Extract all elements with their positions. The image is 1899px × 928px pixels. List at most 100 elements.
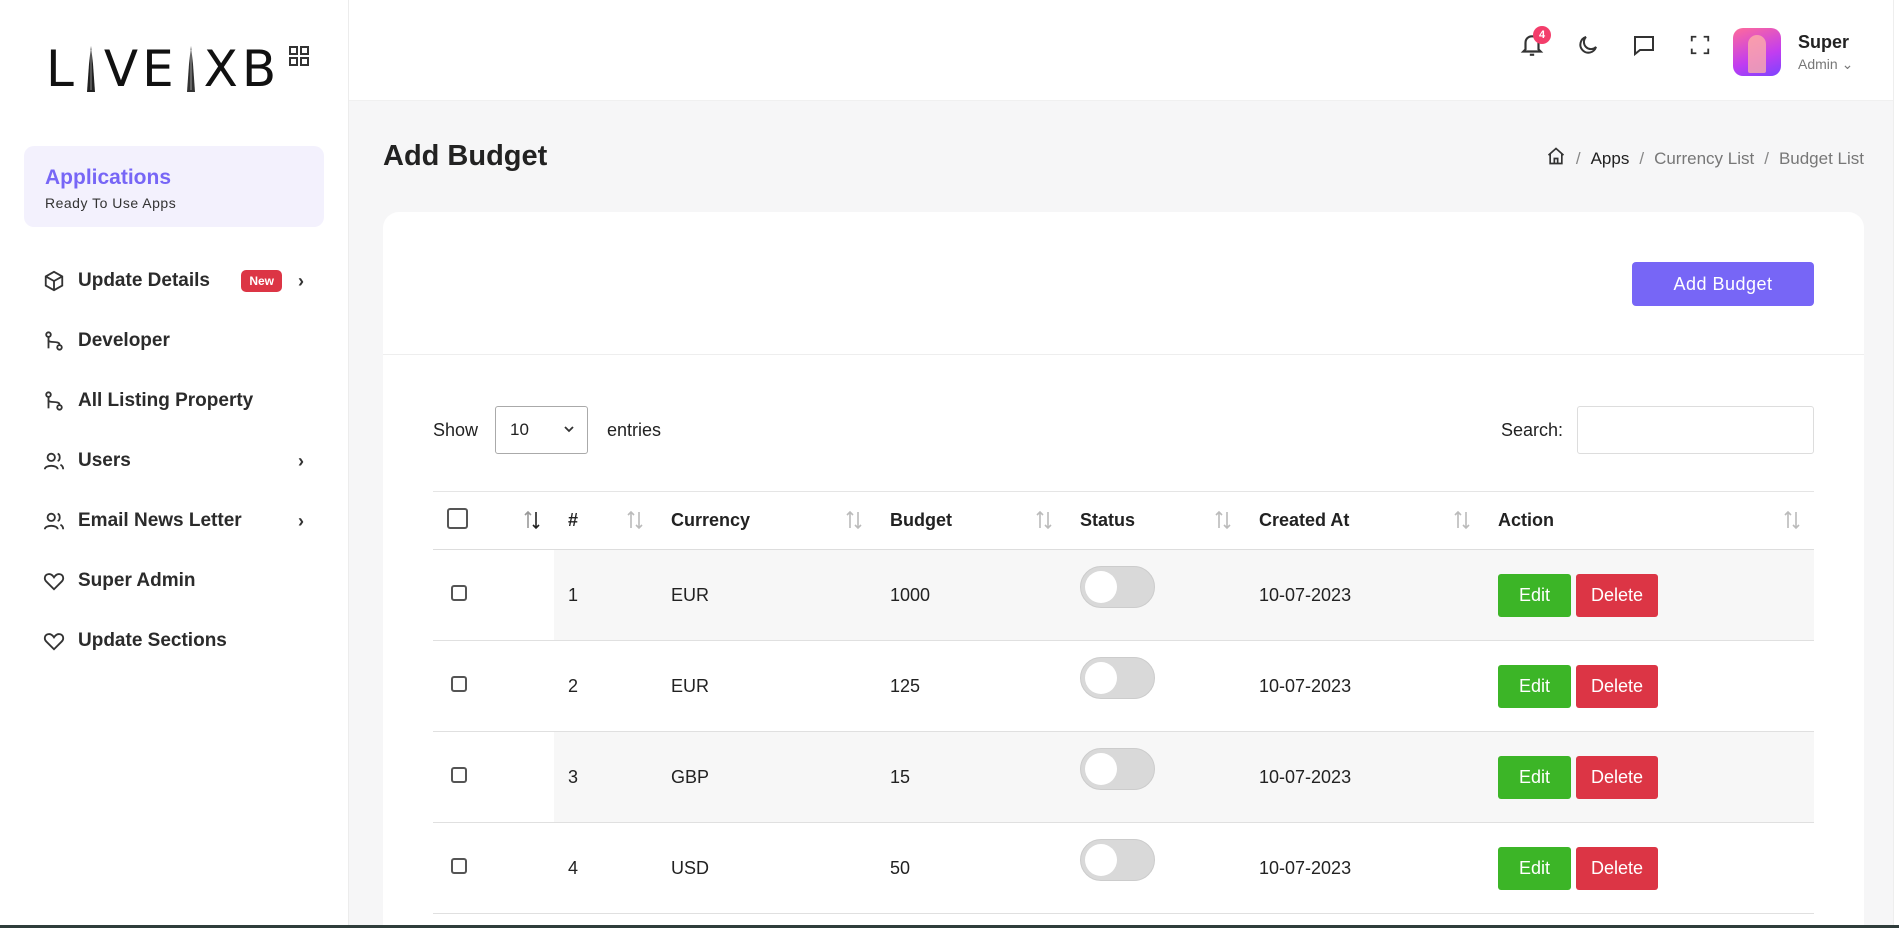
delete-button[interactable]: Delete xyxy=(1576,846,1658,890)
column-label: # xyxy=(568,510,579,530)
cell-number: 2 xyxy=(554,640,657,732)
user-menu[interactable]: Super Admin ⌄ xyxy=(1733,28,1853,76)
git-branch-icon xyxy=(42,329,66,353)
sidebar-item-label: Update Details xyxy=(78,270,210,291)
sidebar-menu: Update Details New › Developer All Listi… xyxy=(0,251,348,671)
column-label: Budget xyxy=(890,510,952,530)
sidebar-item-developer[interactable]: Developer xyxy=(0,311,348,371)
cube-icon xyxy=(42,269,66,293)
entries-select[interactable]: 10 xyxy=(495,406,589,454)
status-toggle[interactable] xyxy=(1080,566,1155,608)
search-label: Search: xyxy=(1500,419,1563,440)
status-toggle[interactable] xyxy=(1080,839,1155,881)
cell-action: Edit Delete xyxy=(1484,731,1814,823)
chat-icon[interactable] xyxy=(1629,30,1659,60)
delete-button[interactable]: Delete xyxy=(1576,664,1658,708)
user-role: Admin ⌄ xyxy=(1798,56,1853,73)
users-icon xyxy=(42,449,66,473)
user-info: Super Admin ⌄ xyxy=(1798,32,1853,73)
applications-subtitle: Ready To Use Apps xyxy=(45,195,177,211)
card-header: Add Budget xyxy=(383,212,1864,355)
breadcrumb-currency-list[interactable]: Currency List xyxy=(1654,149,1754,169)
cell-currency: EUR xyxy=(657,549,876,641)
grid-menu-icon[interactable] xyxy=(287,44,311,73)
user-name: Super xyxy=(1798,31,1850,52)
status-toggle[interactable] xyxy=(1080,748,1155,790)
sort-icon[interactable] xyxy=(1780,508,1804,537)
sidebar-item-email-news-letter[interactable]: Email News Letter › xyxy=(0,491,348,551)
chevron-right-icon: › xyxy=(298,270,304,291)
breadcrumb-separator: / xyxy=(1639,148,1645,168)
edit-button[interactable]: Edit xyxy=(1498,573,1571,617)
select-all-checkbox[interactable] xyxy=(447,507,468,529)
sort-icon[interactable] xyxy=(520,508,544,537)
column-header-number[interactable]: # xyxy=(554,491,657,550)
column-header-action[interactable]: Action xyxy=(1484,491,1814,550)
search-input[interactable] xyxy=(1577,406,1814,454)
cell-status xyxy=(1066,731,1245,823)
sidebar-item-update-details[interactable]: Update Details New › xyxy=(0,251,348,311)
chevron-down-icon: ⌄ xyxy=(1841,55,1854,72)
sidebar-item-all-listing-property[interactable]: All Listing Property xyxy=(0,371,348,431)
applications-card[interactable]: Applications Ready To Use Apps xyxy=(24,146,324,227)
delete-button[interactable]: Delete xyxy=(1576,573,1658,617)
sidebar-item-update-sections[interactable]: Update Sections xyxy=(0,611,348,671)
edit-button[interactable]: Edit xyxy=(1498,664,1571,708)
sort-icon[interactable] xyxy=(1211,508,1235,537)
column-header-created-at[interactable]: Created At xyxy=(1245,491,1484,550)
delete-button[interactable]: Delete xyxy=(1576,755,1658,799)
sort-icon[interactable] xyxy=(1450,508,1474,537)
chevron-right-icon: › xyxy=(298,510,304,531)
cell-created-at: 10-07-2023 xyxy=(1245,549,1484,641)
moon-icon[interactable] xyxy=(1573,30,1603,60)
breadcrumb: / Apps / Currency List / Budget List xyxy=(1546,146,1864,171)
logo-text-right: XB xyxy=(203,40,281,98)
row-checkbox[interactable] xyxy=(451,766,467,783)
sort-icon[interactable] xyxy=(1032,508,1056,537)
sidebar: L VE XB Applications Ready To Use Apps U… xyxy=(0,0,349,928)
cell-created-at: 10-07-2023 xyxy=(1245,640,1484,732)
column-header-currency[interactable]: Currency xyxy=(657,491,876,550)
sort-icon[interactable] xyxy=(842,508,866,537)
row-select-cell xyxy=(433,640,554,732)
column-label: Action xyxy=(1498,510,1554,530)
fullscreen-icon[interactable] xyxy=(1685,30,1715,60)
scrollbar[interactable] xyxy=(1893,0,1899,928)
sidebar-item-label: Email News Letter xyxy=(78,510,242,531)
row-checkbox[interactable] xyxy=(451,857,467,874)
sidebar-item-super-admin[interactable]: Super Admin xyxy=(0,551,348,611)
cell-budget: 15 xyxy=(876,731,1066,823)
cell-created-at: 10-07-2023 xyxy=(1245,731,1484,823)
select-all-header[interactable] xyxy=(433,491,554,550)
column-header-status[interactable]: Status xyxy=(1066,491,1245,550)
cell-budget: 125 xyxy=(876,640,1066,732)
bell-icon[interactable]: 4 xyxy=(1517,26,1551,60)
breadcrumb-apps[interactable]: Apps xyxy=(1591,149,1630,169)
cell-status xyxy=(1066,822,1245,914)
table-header-row: # Currency Budget Status Created At Acti… xyxy=(433,491,1814,550)
add-budget-button[interactable]: Add Budget xyxy=(1632,262,1814,306)
user-role-label: Admin xyxy=(1798,55,1838,72)
column-header-budget[interactable]: Budget xyxy=(876,491,1066,550)
sidebar-item-users[interactable]: Users › xyxy=(0,431,348,491)
edit-button[interactable]: Edit xyxy=(1498,846,1571,890)
entries-label: entries xyxy=(607,419,662,440)
cell-budget: 1000 xyxy=(876,549,1066,641)
home-icon[interactable] xyxy=(1546,146,1566,171)
row-checkbox[interactable] xyxy=(451,675,467,692)
tower-icon xyxy=(184,46,198,92)
row-checkbox[interactable] xyxy=(451,584,467,601)
table-row: 1 EUR 1000 10-07-2023 Edit Delete xyxy=(433,549,1814,641)
cell-number: 1 xyxy=(554,549,657,641)
status-toggle[interactable] xyxy=(1080,657,1155,699)
cell-currency: EUR xyxy=(657,640,876,732)
chevron-right-icon: › xyxy=(298,450,304,471)
header-icons: 4 xyxy=(1517,26,1715,60)
breadcrumb-separator: / xyxy=(1764,148,1769,168)
logo-area: L VE XB xyxy=(0,0,348,138)
chevron-down-icon xyxy=(563,420,575,440)
edit-button[interactable]: Edit xyxy=(1498,755,1571,799)
logo[interactable]: L VE XB xyxy=(46,40,280,98)
cell-action: Edit Delete xyxy=(1484,822,1814,914)
sort-icon[interactable] xyxy=(623,508,647,537)
